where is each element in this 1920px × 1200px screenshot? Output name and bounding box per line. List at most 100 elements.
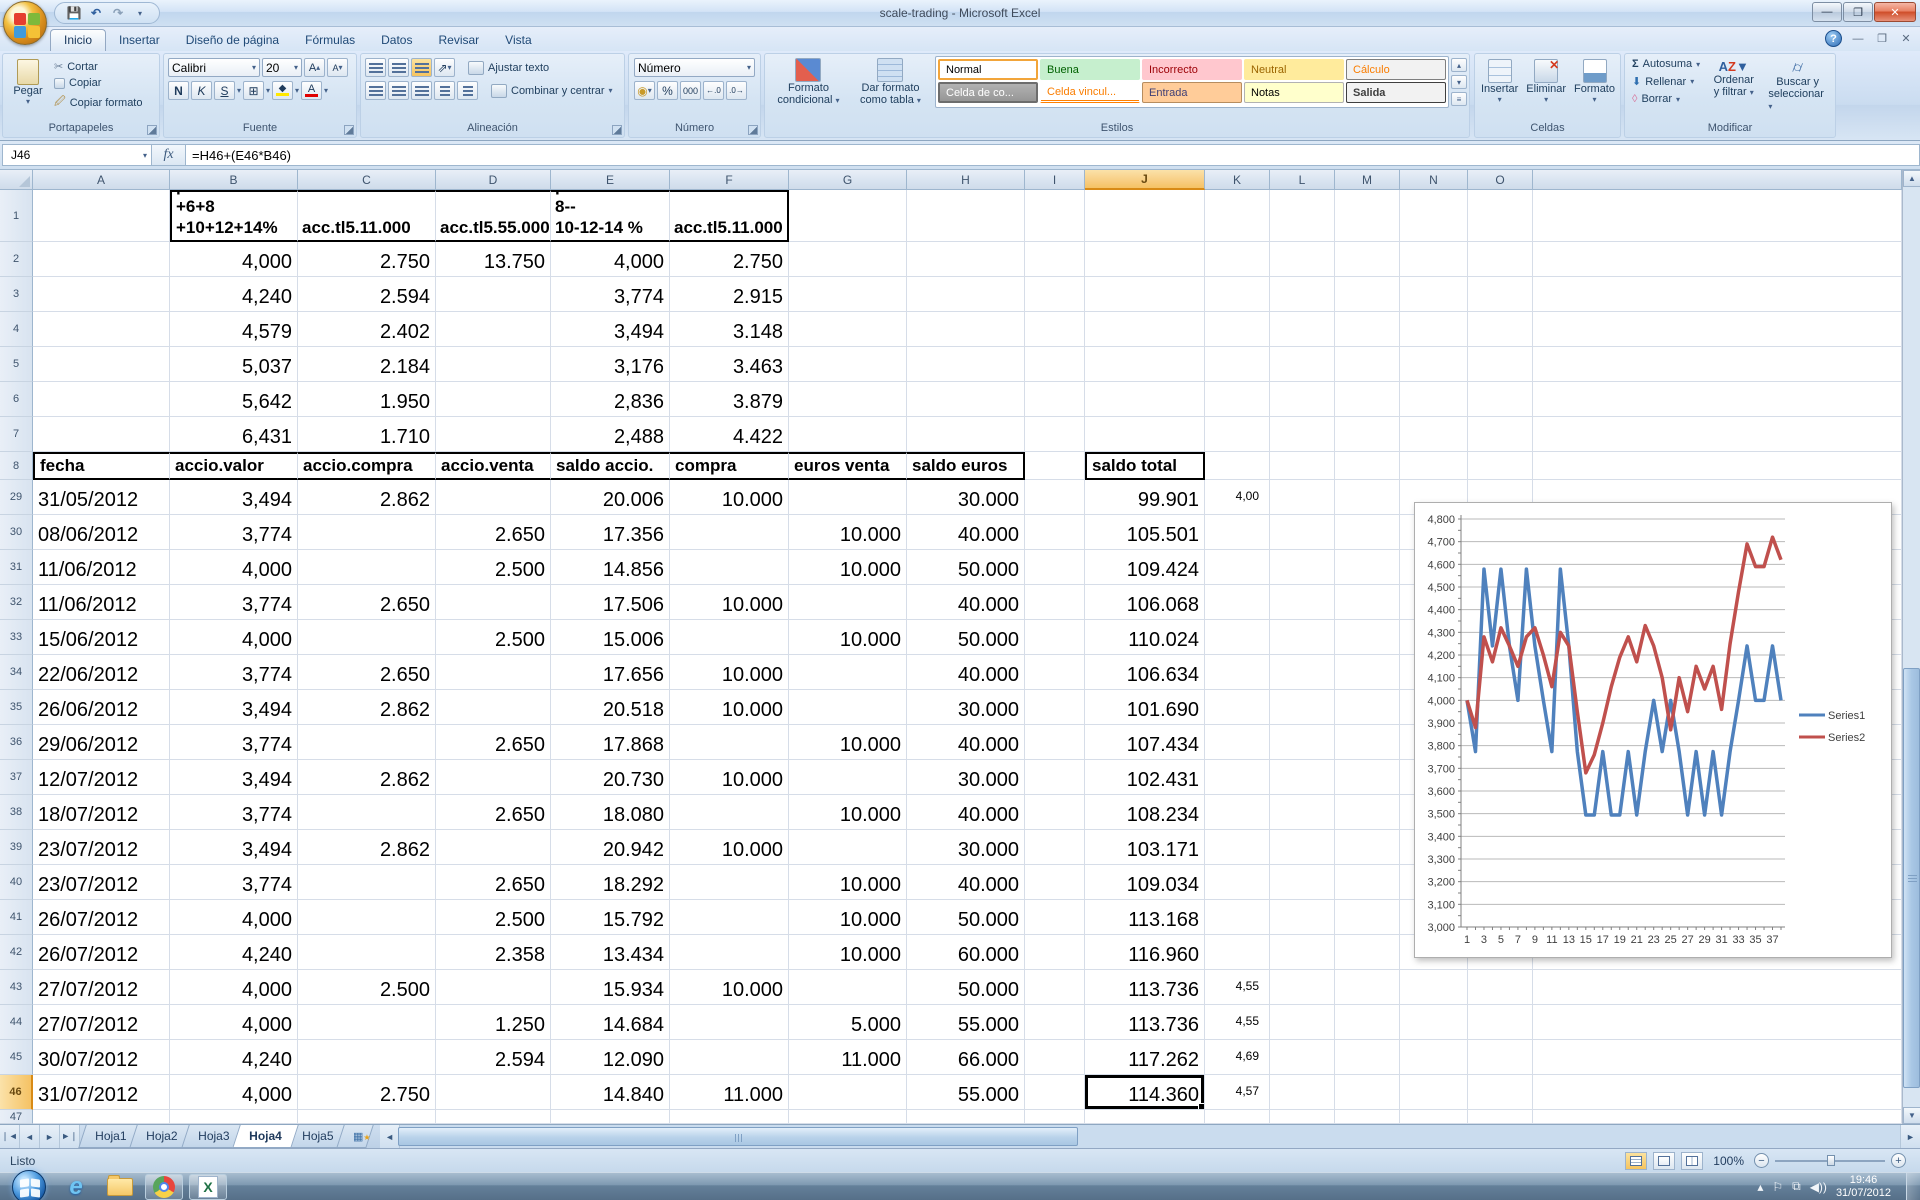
cell[interactable] [1335, 515, 1400, 550]
cell[interactable]: 1.710 [298, 417, 436, 452]
sheet-tab-hoja4[interactable]: Hoja4 [232, 1125, 299, 1148]
orientation-button[interactable]: ⇗ ▾ [434, 58, 455, 77]
cell[interactable] [436, 277, 551, 312]
cell[interactable]: 08/06/2012 [33, 515, 170, 550]
start-button[interactable] [12, 1169, 46, 1200]
cell[interactable] [298, 620, 436, 655]
cell[interactable]: 2.594 [436, 1040, 551, 1075]
cell[interactable]: 31/07/2012 [33, 1075, 170, 1110]
cell[interactable] [1270, 830, 1335, 865]
cell[interactable]: euros compra [670, 452, 789, 480]
cell[interactable]: 1.950 [298, 382, 436, 417]
cell[interactable]: precio tl5 -6-8--10-12-14 % [551, 190, 670, 242]
fill-button[interactable]: ⬇ Rellenar ▾ [1629, 74, 1703, 89]
cell[interactable] [1533, 242, 1902, 277]
gallery-down-icon[interactable]: ▾ [1451, 75, 1467, 89]
cell[interactable] [436, 970, 551, 1005]
paste-button[interactable]: Pegar ▾ [5, 57, 51, 113]
cell[interactable] [1533, 970, 1902, 1005]
cell[interactable] [1335, 190, 1400, 242]
column-header-B[interactable]: B [170, 170, 298, 190]
cell[interactable] [1468, 277, 1533, 312]
insert-worksheet-tab[interactable]: ▦★ [336, 1125, 374, 1148]
cell[interactable] [789, 480, 907, 515]
cell[interactable] [1335, 585, 1400, 620]
vertical-scrollbar[interactable]: ▲ ▼ [1902, 170, 1920, 1124]
cell[interactable] [436, 1110, 551, 1124]
cell[interactable]: 2,488 [551, 417, 670, 452]
row-number-44[interactable]: 44 [0, 1005, 33, 1040]
cell[interactable] [1335, 725, 1400, 760]
cell-style-neutral[interactable]: Neutral [1244, 59, 1344, 80]
cell[interactable] [670, 935, 789, 970]
row-number-30[interactable]: 30 [0, 515, 33, 550]
cell[interactable]: 4.422 [670, 417, 789, 452]
cell[interactable]: 15/06/2012 [33, 620, 170, 655]
cell[interactable]: 116.960 [1085, 935, 1205, 970]
cell[interactable]: 31/05/2012 [33, 480, 170, 515]
cell[interactable] [1468, 382, 1533, 417]
cell[interactable]: 3.879 [670, 382, 789, 417]
row-number-43[interactable]: 43 [0, 970, 33, 1005]
cell[interactable] [1205, 655, 1270, 690]
cell[interactable] [298, 935, 436, 970]
cell[interactable] [1205, 865, 1270, 900]
cell[interactable]: 3,774 [170, 655, 298, 690]
excel-icon[interactable]: X [189, 1173, 227, 1200]
cell[interactable] [789, 830, 907, 865]
cell[interactable] [1400, 1040, 1468, 1075]
cell[interactable] [1025, 347, 1085, 382]
italic-button[interactable]: K [191, 81, 212, 100]
cell[interactable]: 13.750 [436, 242, 551, 277]
cell[interactable] [1085, 347, 1205, 382]
cell[interactable]: 4,55 [1205, 1005, 1270, 1040]
cell[interactable]: 110.024 [1085, 620, 1205, 655]
cell[interactable]: 3,176 [551, 347, 670, 382]
action-center-flag-icon[interactable]: ⚐ [1772, 1180, 1783, 1194]
cell[interactable] [1335, 1110, 1400, 1124]
cell[interactable]: 23/07/2012 [33, 830, 170, 865]
cell[interactable]: 2.650 [436, 725, 551, 760]
cell[interactable] [436, 655, 551, 690]
undo-icon[interactable]: ↶ [87, 4, 105, 22]
cell[interactable]: 2.915 [670, 277, 789, 312]
show-desktop-button[interactable] [1906, 1172, 1920, 1200]
cell[interactable]: precio tl5 +6+8+10+12+14% [170, 190, 298, 242]
cell[interactable] [1270, 620, 1335, 655]
cell[interactable]: saldo euros [907, 452, 1025, 480]
cell[interactable] [670, 900, 789, 935]
cell[interactable]: 26/07/2012 [33, 900, 170, 935]
cell[interactable]: 3.463 [670, 347, 789, 382]
cell[interactable] [1533, 417, 1902, 452]
cell[interactable] [1335, 312, 1400, 347]
cell[interactable]: 109.034 [1085, 865, 1205, 900]
cell[interactable] [1335, 1075, 1400, 1110]
cell[interactable] [1270, 277, 1335, 312]
cell[interactable]: 2.862 [298, 760, 436, 795]
cell[interactable] [1025, 382, 1085, 417]
cell[interactable]: 5,037 [170, 347, 298, 382]
show-hidden-icons[interactable]: ▴ [1757, 1180, 1763, 1194]
cell[interactable]: 3,494 [551, 312, 670, 347]
cell[interactable] [1205, 1110, 1270, 1124]
cell[interactable] [1400, 1110, 1468, 1124]
cell[interactable] [1205, 900, 1270, 935]
cell[interactable] [1025, 690, 1085, 725]
cell[interactable]: 10.000 [670, 970, 789, 1005]
cell[interactable]: 2.402 [298, 312, 436, 347]
cell[interactable]: 1.250 [436, 1005, 551, 1040]
horizontal-scroll-thumb[interactable] [398, 1127, 1079, 1146]
cell[interactable]: 5,642 [170, 382, 298, 417]
cell[interactable] [1533, 347, 1902, 382]
cell[interactable]: 4,000 [170, 620, 298, 655]
cell[interactable]: 4,000 [551, 242, 670, 277]
cell[interactable]: 99.901 [1085, 480, 1205, 515]
cell[interactable] [1205, 760, 1270, 795]
gallery-more-icon[interactable]: ≡ [1451, 92, 1467, 106]
page-layout-view-button[interactable] [1653, 1151, 1676, 1170]
cell[interactable] [1025, 550, 1085, 585]
format-cells-button[interactable]: Formato ▾ [1570, 57, 1619, 106]
cell[interactable]: 2.650 [436, 865, 551, 900]
cell[interactable]: 15.934 [551, 970, 670, 1005]
cell[interactable]: 10.000 [789, 900, 907, 935]
